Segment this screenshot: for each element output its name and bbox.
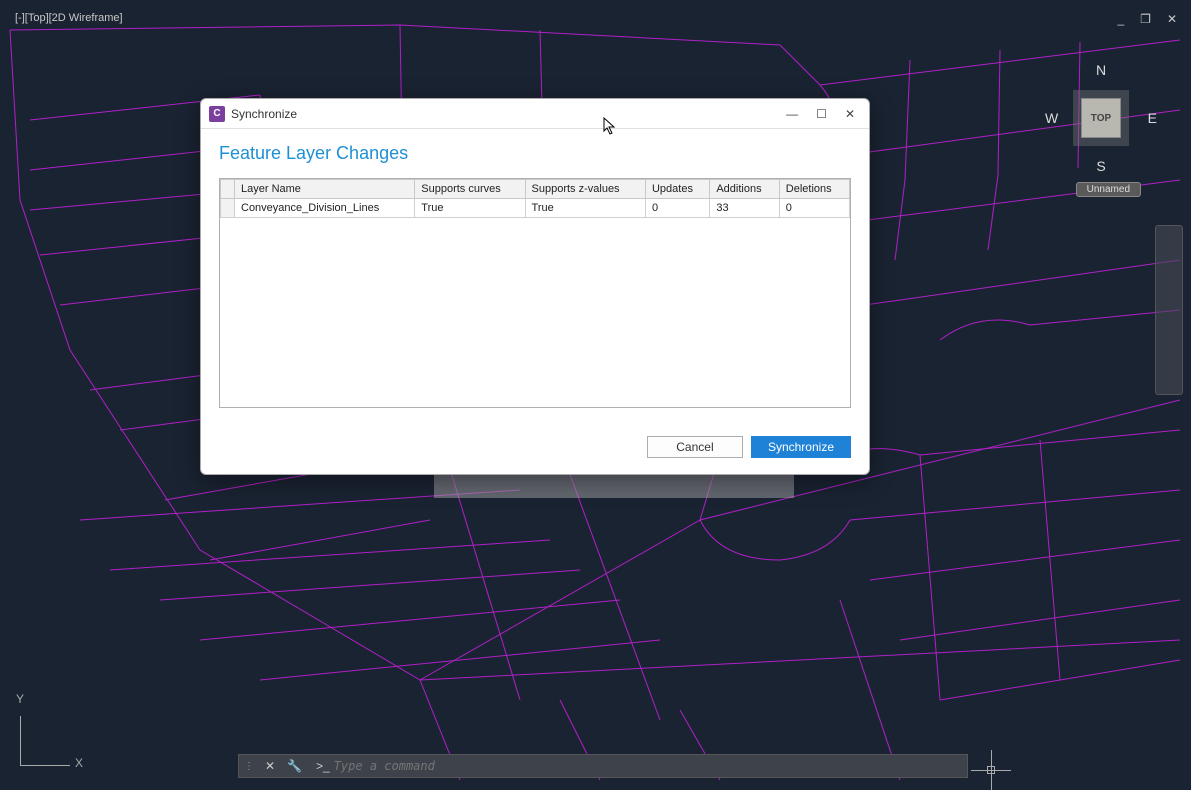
viewport-label[interactable]: [-][Top][2D Wireframe] [15, 12, 123, 24]
ucs-name-badge[interactable]: Unnamed [1076, 182, 1141, 197]
layer-changes-table-container: Layer Name Supports curves Supports z-va… [219, 178, 851, 408]
command-line[interactable]: ⋮ ✕ 🔧 >_ [238, 754, 968, 778]
compass-north[interactable]: N [1096, 62, 1106, 78]
synchronize-button[interactable]: Synchronize [751, 436, 851, 458]
dialog-heading: Feature Layer Changes [219, 143, 851, 164]
cell-deletions: 0 [779, 199, 849, 218]
close-icon[interactable]: ✕ [1163, 10, 1181, 28]
compass-west[interactable]: W [1045, 110, 1058, 126]
synchronize-dialog: C Synchronize — ☐ ✕ Feature Layer Change… [200, 98, 870, 475]
col-deletions[interactable]: Deletions [779, 180, 849, 199]
dialog-shadow [434, 474, 794, 498]
navigation-bar[interactable] [1155, 225, 1183, 395]
dialog-close-icon[interactable]: ✕ [845, 107, 855, 121]
compass-south[interactable]: S [1096, 158, 1105, 174]
dialog-titlebar[interactable]: C Synchronize — ☐ ✕ [201, 99, 869, 129]
ucs-icon[interactable]: X Y [20, 706, 80, 766]
cell-layer-name: Conveyance_Division_Lines [235, 199, 415, 218]
layer-changes-table: Layer Name Supports curves Supports z-va… [220, 179, 850, 218]
cell-supports-z: True [525, 199, 645, 218]
cancel-button[interactable]: Cancel [647, 436, 743, 458]
app-window-controls: _ ❐ ✕ [1113, 10, 1181, 28]
compass-east[interactable]: E [1148, 110, 1157, 126]
dialog-title: Synchronize [231, 107, 297, 121]
command-drag-handle-icon[interactable]: ⋮ [239, 755, 259, 777]
col-supports-z[interactable]: Supports z-values [525, 180, 645, 199]
dialog-maximize-icon[interactable]: ☐ [816, 107, 827, 121]
cell-updates: 0 [645, 199, 709, 218]
col-updates[interactable]: Updates [645, 180, 709, 199]
cell-supports-curves: True [415, 199, 525, 218]
maximize-icon[interactable]: ❐ [1136, 10, 1155, 28]
crosshair-cursor-icon [981, 760, 1001, 780]
command-prompt-icon: >_ [308, 759, 334, 773]
view-cube-face[interactable]: TOP [1081, 98, 1121, 138]
dialog-app-icon: C [209, 106, 225, 122]
ucs-x-label: X [75, 756, 83, 770]
command-input[interactable] [334, 759, 967, 773]
table-corner [221, 180, 235, 199]
row-selector[interactable] [221, 199, 235, 218]
cell-additions: 33 [710, 199, 779, 218]
command-close-icon[interactable]: ✕ [259, 759, 281, 773]
col-additions[interactable]: Additions [710, 180, 779, 199]
command-customize-icon[interactable]: 🔧 [281, 759, 308, 773]
view-cube[interactable]: N S E W TOP [1041, 58, 1161, 178]
ucs-y-label: Y [16, 692, 24, 706]
cursor-icon [603, 117, 617, 135]
table-row[interactable]: Conveyance_Division_Lines True True 0 33… [221, 199, 850, 218]
col-supports-curves[interactable]: Supports curves [415, 180, 525, 199]
col-layer-name[interactable]: Layer Name [235, 180, 415, 199]
dialog-minimize-icon[interactable]: — [786, 107, 798, 121]
minimize-icon[interactable]: _ [1113, 10, 1128, 28]
